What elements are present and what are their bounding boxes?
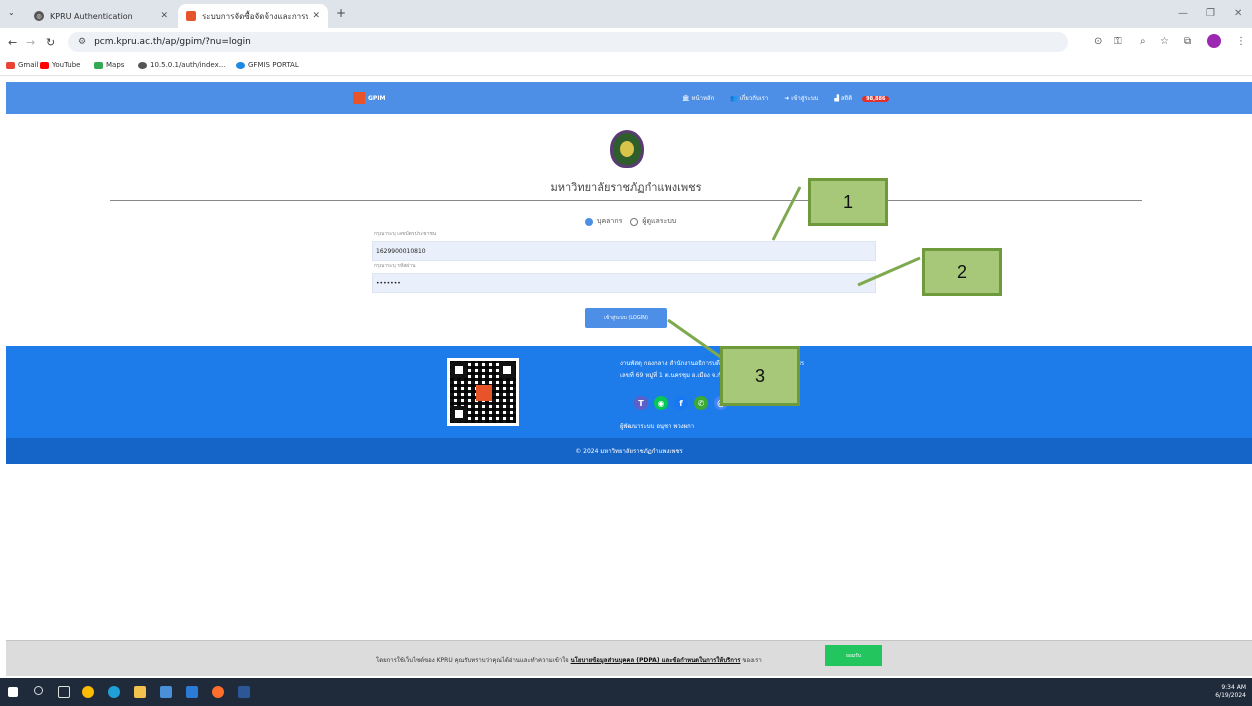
bookmarks-bar: Gmail YouTube Maps 10.5.0.1/auth/index..… [0, 58, 1252, 76]
back-icon[interactable]: ← [8, 36, 17, 49]
url-text: pcm.kpru.ac.th/ap/gpim/?nu=login [94, 37, 251, 47]
gmail-icon [6, 61, 15, 69]
chrome-icon[interactable] [82, 686, 94, 698]
forward-icon[interactable]: → [26, 36, 35, 49]
windows-start-icon[interactable] [8, 687, 18, 697]
search-icon[interactable] [34, 686, 43, 695]
bookmark-auth[interactable]: 10.5.0.1/auth/index... [138, 61, 225, 69]
line-icon[interactable]: ◉ [654, 396, 668, 410]
tab-kpru-authentication[interactable]: ◎ KPRU Authentication ✕ [26, 4, 176, 28]
close-window-icon[interactable]: ✕ [1234, 8, 1242, 19]
system-clock[interactable]: 9:34 AM 6/19/2024 [1215, 684, 1246, 700]
radio-admin-label: ผู้ดูแลระบบ [642, 217, 677, 225]
windows-taskbar: 9:34 AM 6/19/2024 [0, 678, 1252, 706]
file-explorer-icon[interactable] [134, 686, 146, 698]
radio-staff-label: บุคลากร [597, 217, 623, 225]
pdpa-policy-link[interactable]: นโยบายข้อมูลส่วนบุคคล (PDPA) และข้อกำหนด… [571, 657, 741, 664]
location-icon[interactable]: ⊙ [1094, 36, 1102, 47]
nav-about[interactable]: 👥 เกี่ยวกับเรา [730, 93, 776, 103]
task-view-icon[interactable] [58, 686, 70, 698]
site-info-icon[interactable]: ⚙ [78, 37, 86, 47]
nav-stats[interactable]: ▟ สถิติ 98,886 [834, 93, 897, 103]
teams-icon[interactable]: T [634, 396, 648, 410]
bookmark-star-icon[interactable]: ☆ [1160, 36, 1169, 47]
cookie-text: โดยการใช้เว็บไซต์ของ KPRU คุณรับทราบว่าค… [376, 657, 762, 664]
password-field-label: กรุณาระบุ รหัสผ่าน [374, 263, 416, 269]
firefox-icon[interactable] [212, 686, 224, 698]
profile-avatar[interactable] [1207, 34, 1221, 48]
user-type-radio-group: บุคลากร ผู้ดูแลระบบ [585, 216, 684, 227]
qr-logo-icon [476, 385, 492, 401]
tab-title: KPRU Authentication [50, 11, 133, 21]
password-key-icon[interactable]: ⚿ [1114, 36, 1122, 47]
store-icon[interactable] [160, 686, 172, 698]
bookmark-youtube[interactable]: YouTube [40, 61, 80, 69]
qr-code [447, 358, 519, 426]
maps-icon [94, 61, 103, 69]
radio-admin[interactable] [630, 217, 639, 226]
address-bar[interactable]: ⚙ pcm.kpru.ac.th/ap/gpim/?nu=login [68, 32, 1068, 52]
callout-2: 2 [922, 248, 1002, 296]
word-icon[interactable] [238, 686, 250, 698]
tab-procurement[interactable]: ระบบการจัดซื้อจัดจ้างและการบริหาร ✕ [178, 4, 328, 28]
callout-3: 3 [720, 346, 800, 406]
brand-text: GPIM [368, 94, 386, 102]
close-tab-icon[interactable]: ✕ [160, 11, 168, 21]
globe-icon: ◎ [34, 11, 44, 21]
site-brand[interactable]: GPIM [353, 92, 386, 104]
reload-icon[interactable]: ↻ [46, 36, 55, 49]
mail-icon[interactable] [186, 686, 198, 698]
accept-cookies-button[interactable]: ยอมรับ [825, 645, 882, 666]
bookmark-maps[interactable]: Maps [94, 61, 124, 69]
extensions-icon[interactable]: ⧉ [1184, 36, 1191, 47]
callout-1: 1 [808, 178, 888, 226]
minimize-icon[interactable]: — [1178, 8, 1188, 19]
visit-count-badge: 98,886 [862, 96, 890, 102]
close-tab-icon[interactable]: ✕ [312, 11, 320, 21]
brand-logo-icon [353, 92, 365, 104]
facebook-icon[interactable]: f [674, 396, 688, 410]
site-navbar: GPIM 🏛 หน้าหลัก 👥 เกี่ยวกับเรา ➜ เข้าสู่… [6, 82, 1252, 114]
nav-links: 🏛 หน้าหลัก 👥 เกี่ยวกับเรา ➜ เข้าสู่ระบบ … [682, 93, 905, 103]
globe-icon [138, 61, 147, 69]
login-button[interactable]: เข้าสู่ระบบ (LOGIN) [585, 308, 667, 328]
nav-home[interactable]: 🏛 หน้าหลัก [682, 93, 722, 103]
password-input[interactable]: ••••••• [372, 273, 876, 293]
radio-staff[interactable] [585, 217, 593, 226]
tab-search-icon[interactable]: ⌄ [8, 8, 15, 17]
edge-icon[interactable] [108, 686, 120, 698]
youtube-icon [40, 61, 49, 69]
id-number-input[interactable]: 1629900010810 [372, 241, 876, 261]
university-seal-logo [610, 130, 644, 168]
gfmis-icon [236, 61, 245, 69]
tab-bar: ⌄ ◎ KPRU Authentication ✕ ระบบการจัดซื้อ… [0, 0, 1252, 28]
cookie-consent-bar: โดยการใช้เว็บไซต์ของ KPRU คุณรับทราบว่าค… [6, 640, 1252, 676]
id-field-label: กรุณาระบุ เลขบัตรประชาชน [374, 231, 437, 237]
menu-kebab-icon[interactable]: ⋮ [1236, 36, 1246, 47]
new-tab-icon[interactable]: + [336, 6, 346, 20]
zoom-icon[interactable]: ⌕ [1140, 36, 1146, 47]
title-divider [110, 200, 1142, 201]
university-title: มหาวิทยาลัยราชภัฏกำแพงเพชร [550, 181, 702, 194]
tab-title: ระบบการจัดซื้อจัดจ้างและการบริหาร [202, 11, 309, 21]
address-row: ← → ↻ ⚙ pcm.kpru.ac.th/ap/gpim/?nu=login… [0, 28, 1252, 58]
bookmark-gfmis[interactable]: GFMIS PORTAL [236, 61, 299, 69]
nav-login[interactable]: ➜ เข้าสู่ระบบ [784, 93, 826, 103]
site-favicon-icon [186, 11, 196, 21]
footer-developer: ผู้พัฒนาระบบ อนุชา พวงผกา [620, 423, 695, 430]
bookmark-gmail[interactable]: Gmail [6, 61, 38, 69]
copyright-bar: © 2024 มหาวิทยาลัยราชภัฏกำแพงเพชร [6, 438, 1252, 464]
restore-icon[interactable]: ❐ [1206, 8, 1215, 19]
phone-icon[interactable]: ✆ [694, 396, 708, 410]
